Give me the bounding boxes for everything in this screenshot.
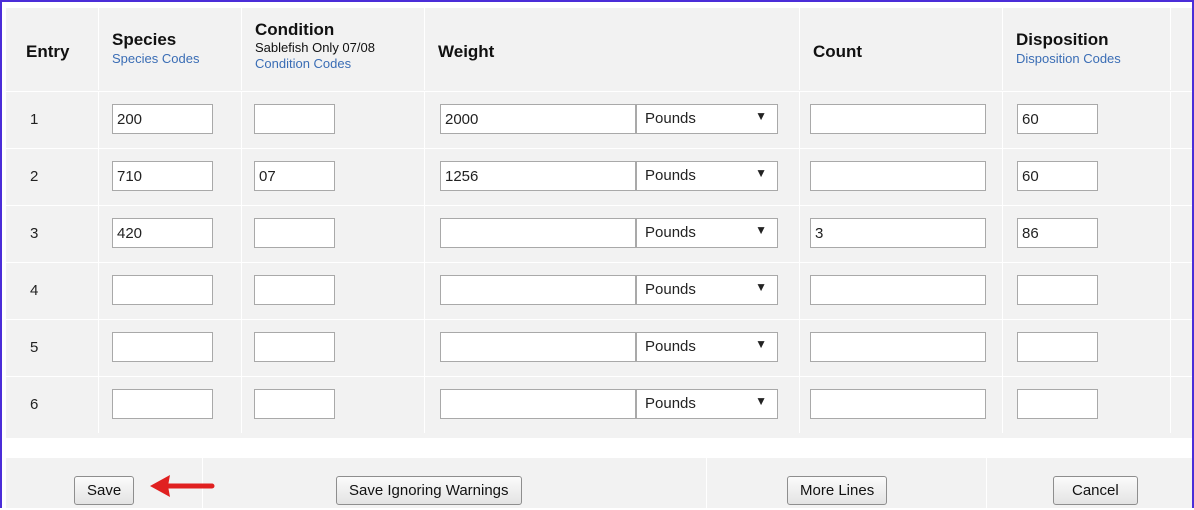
table-row: 1 Pounds ▼ (6, 92, 1192, 148)
row-divider (6, 205, 1192, 206)
header-cell-count: Count (799, 8, 1003, 90)
weight-unit-select[interactable]: Pounds ▼ (636, 389, 778, 419)
table-cell (6, 206, 99, 262)
header-cell-weight: Weight (424, 8, 800, 90)
disposition-input[interactable] (1017, 389, 1098, 419)
row-divider (6, 376, 1192, 377)
species-codes-link[interactable]: Species Codes (112, 51, 199, 66)
header-cell-species: Species Species Codes (98, 8, 242, 90)
species-input[interactable] (112, 218, 213, 248)
count-input[interactable] (810, 104, 986, 134)
disposition-input[interactable] (1017, 161, 1098, 191)
entry-number: 1 (30, 111, 39, 128)
table-row: 2 Pounds ▼ (6, 149, 1192, 205)
count-input[interactable] (810, 161, 986, 191)
save-ignoring-warnings-button[interactable]: Save Ignoring Warnings (336, 476, 522, 505)
condition-input[interactable] (254, 275, 335, 305)
weight-input[interactable] (440, 332, 636, 362)
table-row: 5 Pounds ▼ (6, 320, 1192, 376)
weight-unit-value: Pounds (645, 395, 696, 412)
table-row: 3 Pounds ▼ (6, 206, 1192, 262)
entry-number: 6 (30, 396, 39, 413)
header-cell-condition: Condition Sablefish Only 07/08 Condition… (241, 8, 425, 90)
row-divider (6, 319, 1192, 320)
entry-number: 3 (30, 225, 39, 242)
cancel-button[interactable]: Cancel (1053, 476, 1138, 505)
header-count: Count (813, 42, 863, 61)
species-input[interactable] (112, 332, 213, 362)
more-lines-button[interactable]: More Lines (787, 476, 888, 505)
disposition-codes-link[interactable]: Disposition Codes (1016, 51, 1121, 66)
weight-unit-value: Pounds (645, 281, 696, 298)
weight-unit-select[interactable]: Pounds ▼ (636, 332, 778, 362)
header-cell-entry: Entry (6, 8, 99, 90)
row-divider (6, 91, 1192, 92)
catch-entry-table: Entry Species Species Codes Condition Sa… (6, 8, 1192, 438)
table-row: 4 Pounds ▼ (6, 263, 1192, 319)
condition-input[interactable] (254, 389, 335, 419)
weight-unit-value: Pounds (645, 338, 696, 355)
table-header-row: Entry Species Species Codes Condition Sa… (6, 8, 1192, 90)
header-weight: Weight (438, 42, 495, 61)
weight-input[interactable] (440, 389, 636, 419)
weight-unit-select[interactable]: Pounds ▼ (636, 104, 778, 134)
weight-input[interactable] (440, 161, 636, 191)
condition-codes-link[interactable]: Condition Codes (255, 56, 351, 71)
weight-unit-value: Pounds (645, 110, 696, 127)
weight-input[interactable] (440, 275, 636, 305)
row-divider (6, 148, 1192, 149)
dropdown-arrow-icon: ▼ (755, 223, 767, 237)
species-input[interactable] (112, 389, 213, 419)
catch-entry-frame: Entry Species Species Codes Condition Sa… (0, 0, 1194, 508)
weight-input[interactable] (440, 218, 636, 248)
species-input[interactable] (112, 104, 213, 134)
red-arrow-icon (150, 475, 215, 497)
dropdown-arrow-icon: ▼ (755, 109, 767, 123)
table-cell (6, 320, 99, 376)
table-cell (6, 377, 99, 433)
header-entry: Entry (26, 42, 70, 61)
table-cell (6, 263, 99, 319)
condition-input[interactable] (254, 104, 335, 134)
weight-unit-select[interactable]: Pounds ▼ (636, 161, 778, 191)
count-input[interactable] (810, 218, 986, 248)
disposition-input[interactable] (1017, 275, 1098, 305)
row-divider (6, 262, 1192, 263)
header-condition-note: Sablefish Only 07/08 (255, 40, 375, 55)
species-input[interactable] (112, 275, 213, 305)
condition-input[interactable] (254, 161, 335, 191)
disposition-input[interactable] (1017, 332, 1098, 362)
count-input[interactable] (810, 332, 986, 362)
weight-unit-value: Pounds (645, 167, 696, 184)
weight-unit-value: Pounds (645, 224, 696, 241)
header-condition: Condition (255, 20, 335, 39)
disposition-input[interactable] (1017, 218, 1098, 248)
condition-input[interactable] (254, 218, 335, 248)
disposition-input[interactable] (1017, 104, 1098, 134)
table-cell (6, 149, 99, 205)
weight-unit-select[interactable]: Pounds ▼ (636, 275, 778, 305)
entry-number: 4 (30, 282, 39, 299)
dropdown-arrow-icon: ▼ (755, 394, 767, 408)
header-disposition: Disposition (1016, 30, 1109, 49)
condition-input[interactable] (254, 332, 335, 362)
dropdown-arrow-icon: ▼ (755, 166, 767, 180)
entry-number: 5 (30, 339, 39, 356)
dropdown-arrow-icon: ▼ (755, 280, 767, 294)
dropdown-arrow-icon: ▼ (755, 337, 767, 351)
table-row: 6 Pounds ▼ (6, 377, 1192, 433)
header-species: Species (112, 30, 177, 49)
species-input[interactable] (112, 161, 213, 191)
save-button[interactable]: Save (74, 476, 135, 505)
count-input[interactable] (810, 389, 986, 419)
table-cell (6, 92, 99, 148)
button-bar-divider (706, 458, 707, 508)
count-input[interactable] (810, 275, 986, 305)
header-cell-disposition: Disposition Disposition Codes (1002, 8, 1171, 90)
weight-input[interactable] (440, 104, 636, 134)
weight-unit-select[interactable]: Pounds ▼ (636, 218, 778, 248)
entry-number: 2 (30, 168, 39, 185)
button-bar-divider (986, 458, 987, 508)
